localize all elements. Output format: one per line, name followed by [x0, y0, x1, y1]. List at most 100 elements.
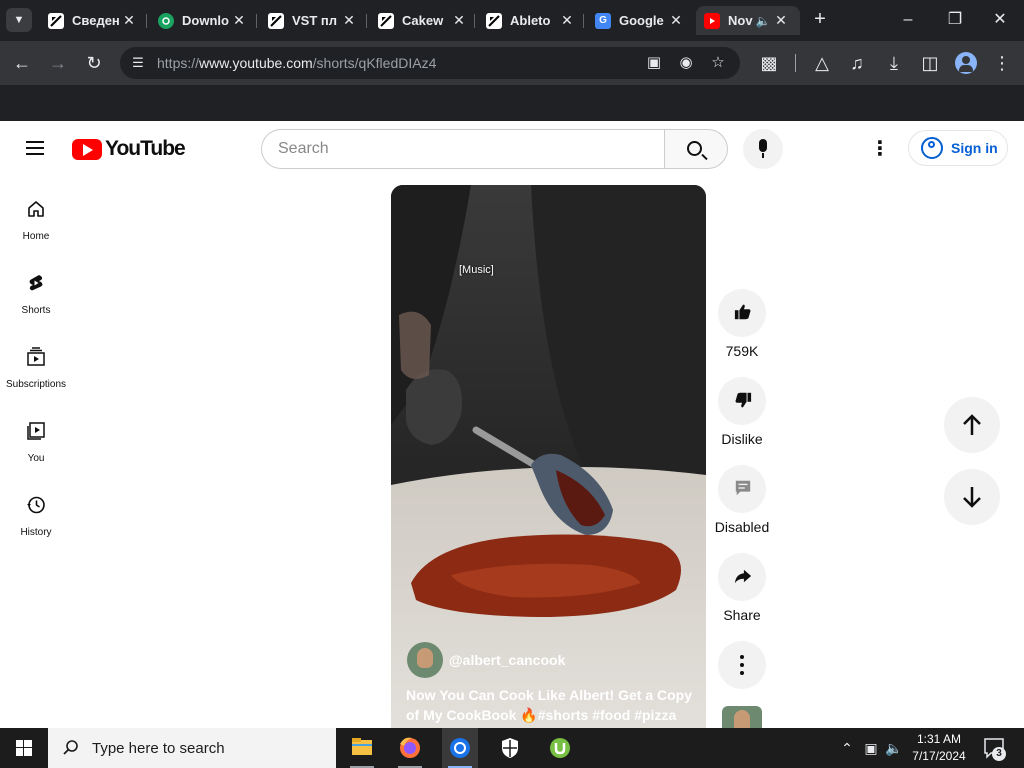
browser-tab-active[interactable]: Nov 🔈 ✕: [696, 6, 800, 35]
install-app-icon[interactable]: ▣: [642, 51, 666, 75]
minimize-button[interactable]: –: [888, 6, 928, 34]
sign-in-label: Sign in: [951, 140, 998, 156]
guide-label: You: [27, 453, 45, 464]
close-tab-icon[interactable]: ✕: [340, 12, 358, 29]
profile-avatar-icon[interactable]: [955, 52, 977, 74]
tab-title: Google: [619, 13, 664, 28]
utorrent-task[interactable]: [542, 728, 578, 768]
logo-text: YouTube: [105, 137, 186, 160]
youtube-header: YouTube ⋮ Sign in: [0, 121, 1024, 177]
eye-slash-icon[interactable]: ◉: [674, 51, 698, 75]
browser-tab[interactable]: Cakew ✕: [370, 6, 474, 35]
close-tab-icon[interactable]: ✕: [450, 12, 468, 29]
dislike-button[interactable]: [718, 377, 766, 425]
guide-item-home[interactable]: Home: [0, 199, 72, 273]
infobar-strip: [0, 85, 1024, 121]
browser-menu-icon[interactable]: ⋮: [988, 49, 1016, 77]
tab-title: Nov: [728, 13, 753, 28]
shorts-icon: [29, 275, 43, 291]
security-app-task[interactable]: [492, 728, 528, 768]
tab-search-button[interactable]: ▼: [6, 8, 32, 32]
more-actions-button[interactable]: [718, 641, 766, 689]
thumbs-down-icon: [735, 392, 752, 408]
chrome-icon: [450, 738, 470, 758]
speaker-icon[interactable]: 🔈: [754, 14, 772, 28]
previous-short-button[interactable]: [944, 397, 1000, 453]
next-short-button[interactable]: [944, 469, 1000, 525]
comments-button[interactable]: [718, 465, 766, 513]
comment-icon: [735, 480, 751, 496]
browser-tab[interactable]: Сведен ✕: [40, 6, 144, 35]
voice-search-button[interactable]: [743, 129, 783, 169]
search-button[interactable]: [664, 129, 728, 169]
browser-toolbar: ← → ↻ ☰ https://www.youtube.com/shorts/q…: [0, 41, 1024, 85]
account-circle-icon: [921, 137, 943, 159]
forward-button[interactable]: →: [44, 49, 72, 77]
search-field[interactable]: [261, 129, 664, 169]
close-tab-icon[interactable]: ✕: [667, 12, 685, 29]
taskbar-search-box[interactable]: Type here to search: [48, 728, 336, 768]
close-window-button[interactable]: ✕: [980, 6, 1020, 34]
extensions-icon[interactable]: ▩: [755, 49, 783, 77]
settings-menu-icon[interactable]: ⋮: [866, 137, 894, 161]
close-tab-icon[interactable]: ✕: [772, 12, 790, 29]
address-url[interactable]: https://www.youtube.com/shorts/qKfledDIA…: [157, 55, 436, 71]
chevron-down-icon: ▼: [13, 14, 25, 26]
notification-badge: 3: [992, 747, 1006, 761]
reload-button[interactable]: ↻: [80, 49, 108, 77]
show-hidden-icons-icon[interactable]: ⌃: [836, 728, 858, 768]
channel-avatar[interactable]: [407, 642, 443, 678]
browser-tab[interactable]: Ableto ✕: [478, 6, 582, 35]
taskbar-clock[interactable]: 1:31 AM 7/17/2024: [900, 731, 978, 765]
network-icon[interactable]: ▣: [860, 728, 882, 768]
document-icon: [378, 12, 394, 29]
share-arrow-icon: [734, 569, 752, 584]
guide-label: Subscriptions: [5, 379, 67, 390]
download-site-icon: [158, 12, 174, 29]
address-bar[interactable]: ☰ https://www.youtube.com/shorts/qKfledD…: [120, 47, 740, 79]
dislike-label: Dislike: [721, 431, 763, 447]
shield-icon: [502, 738, 518, 758]
new-tab-button[interactable]: +: [810, 9, 830, 31]
short-title[interactable]: Now You Can Cook Like Albert! Get a Copy…: [406, 685, 696, 725]
file-explorer-task[interactable]: [344, 728, 380, 768]
guide-item-history[interactable]: History: [0, 495, 72, 569]
guide-item-subscriptions[interactable]: Subscriptions: [0, 347, 72, 421]
channel-row[interactable]: @albert_cancook: [407, 642, 565, 678]
labs-flask-icon[interactable]: △: [808, 49, 836, 77]
shorts-video-player[interactable]: [Music] @albert_cancook Now You Can Cook…: [391, 185, 706, 745]
guide-item-shorts[interactable]: Shorts: [0, 273, 72, 347]
close-tab-icon[interactable]: ✕: [558, 12, 576, 29]
browser-tab[interactable]: G Google ✕: [587, 6, 691, 35]
utorrent-icon: [550, 738, 570, 758]
youtube-logo[interactable]: YouTube: [72, 137, 186, 161]
sign-in-button[interactable]: Sign in: [908, 130, 1008, 166]
tab-title: Downlo: [182, 13, 229, 28]
share-button[interactable]: [718, 553, 766, 601]
site-info-icon[interactable]: ☰: [128, 53, 148, 73]
arrow-down-icon: [963, 487, 981, 508]
media-controls-icon[interactable]: ♫: [843, 49, 871, 77]
side-panel-icon[interactable]: ◫: [916, 49, 944, 77]
tab-title: Сведен: [72, 13, 120, 28]
start-button[interactable]: [0, 728, 48, 768]
search-icon: [687, 141, 702, 156]
download-icon[interactable]: ⤓: [880, 49, 908, 77]
back-button[interactable]: ←: [8, 49, 36, 77]
browser-tab[interactable]: VST пл ✕: [260, 6, 364, 35]
guide-menu-icon[interactable]: [24, 139, 48, 159]
firefox-task[interactable]: [392, 728, 428, 768]
close-tab-icon[interactable]: ✕: [230, 12, 248, 29]
windows-taskbar: Type here to search ⌃ ▣ 🔈 1:31 AM 7/17/2…: [0, 728, 1024, 768]
browser-tab[interactable]: Downlo ✕: [150, 6, 254, 35]
restore-button[interactable]: ❐: [935, 6, 975, 34]
sound-thumbnail[interactable]: [722, 706, 762, 728]
more-vertical-icon: [740, 655, 744, 675]
chrome-task[interactable]: [442, 728, 478, 768]
channel-name[interactable]: @albert_cancook: [449, 652, 565, 668]
close-tab-icon[interactable]: ✕: [120, 12, 138, 29]
bookmark-star-icon[interactable]: ☆: [706, 51, 730, 75]
like-button[interactable]: [718, 289, 766, 337]
search-input[interactable]: [278, 139, 648, 159]
guide-item-you[interactable]: You: [0, 421, 72, 495]
